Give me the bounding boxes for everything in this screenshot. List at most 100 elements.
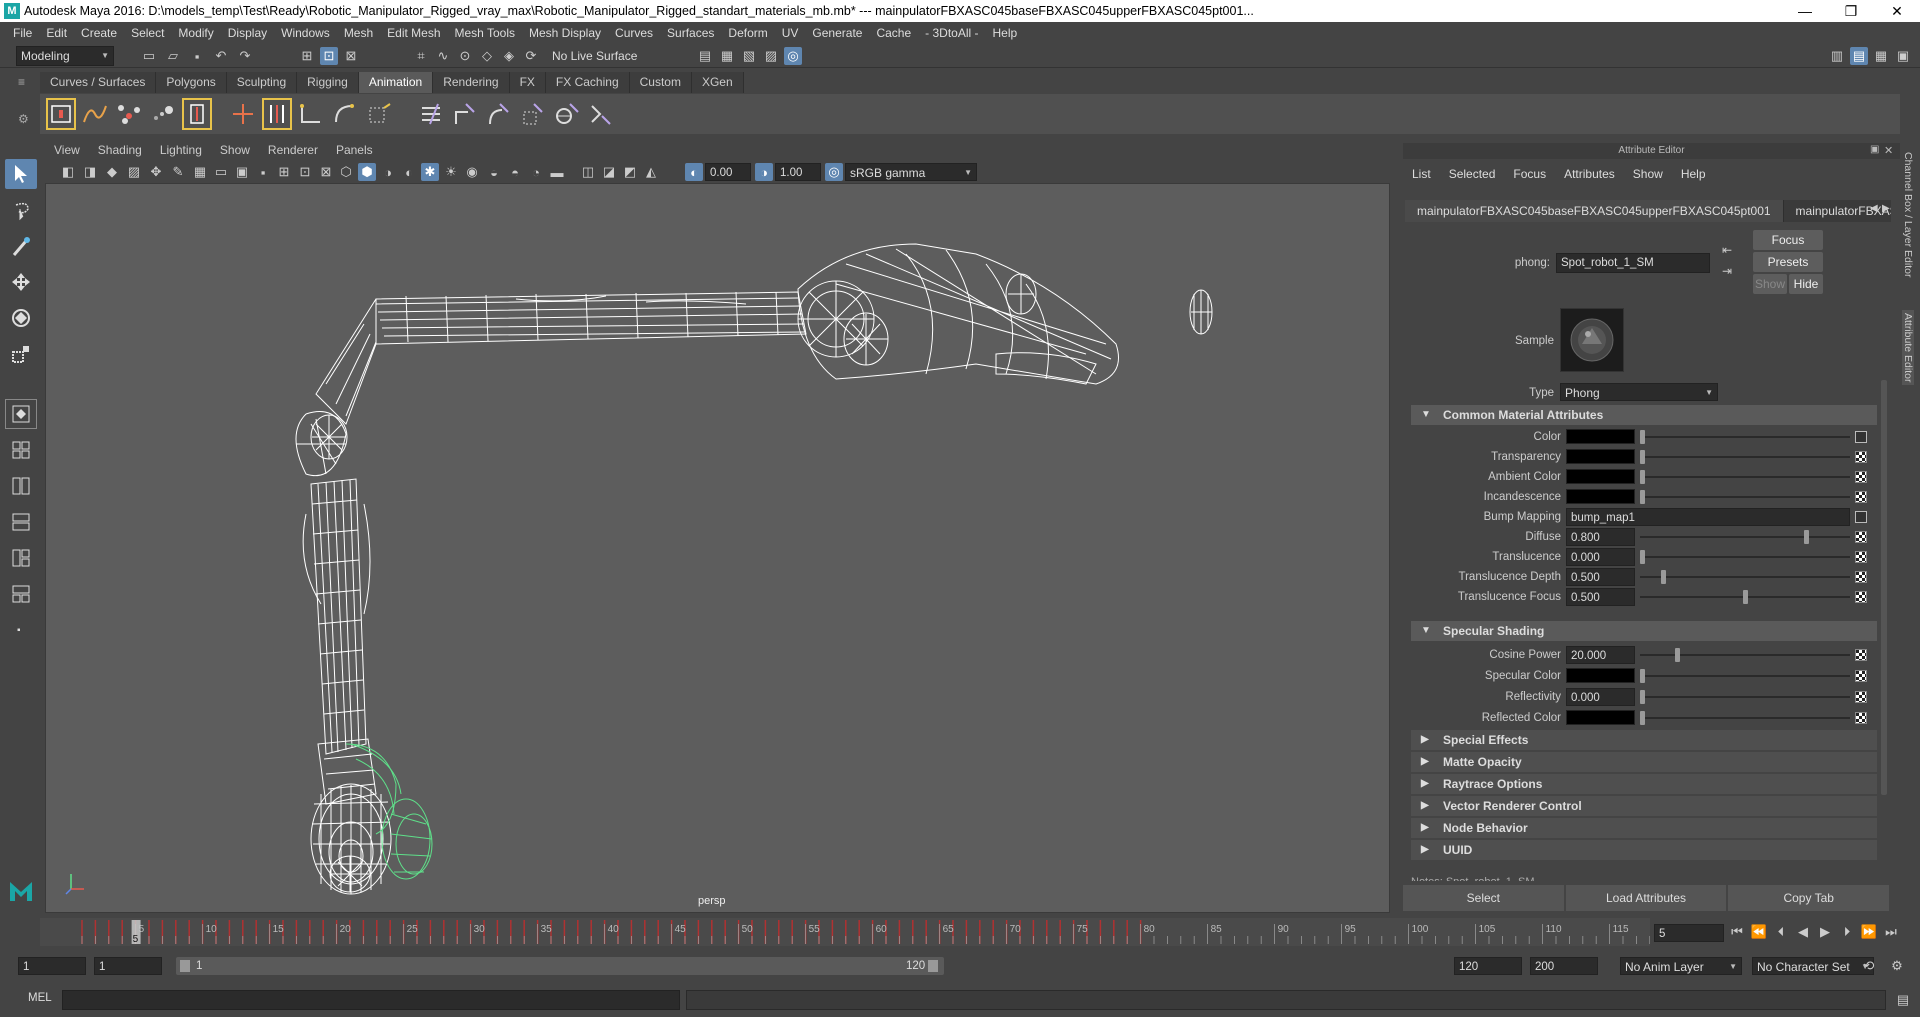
toggle-tool-settings-icon[interactable]: ▦ [1872,47,1890,65]
snap-view-plane-icon[interactable]: ◇ [478,47,496,65]
map-button-icon[interactable] [1855,451,1867,463]
select-hierarchy-icon[interactable]: ⊞ [298,47,316,65]
save-scene-icon[interactable]: ▪ [188,47,206,65]
menu-uv[interactable]: UV [775,26,806,40]
map-connection-icon[interactable] [1855,511,1867,523]
snap-live-icon[interactable]: ◈ [500,47,518,65]
menu-display[interactable]: Display [221,26,274,40]
viewport-menu-shading[interactable]: Shading [89,143,151,161]
snap-grid-icon[interactable]: ⌗ [412,47,430,65]
step-back-key-icon[interactable]: ⏴ [1772,923,1790,941]
menu-windows[interactable]: Windows [274,26,337,40]
backface-culling-icon[interactable]: ◭ [642,163,660,181]
render-settings-icon[interactable]: ▤ [696,47,714,65]
range-start-handle[interactable] [180,960,190,972]
attr-slider[interactable] [1640,570,1850,584]
color-swatch[interactable] [1566,668,1635,683]
hypershade-layout-icon[interactable] [5,579,37,609]
slider-handle[interactable] [1640,490,1645,504]
ipr-render-icon[interactable]: ▨ [762,47,780,65]
tab-scroll-left-icon[interactable]: ◀ [1870,203,1878,214]
menu-edit-mesh[interactable]: Edit Mesh [380,26,447,40]
color-management-icon[interactable]: ◎ [825,163,843,181]
maya-home-icon[interactable] [5,875,37,905]
slider-handle[interactable] [1640,550,1645,564]
playback-start-field[interactable]: 1 [94,957,162,975]
viewport-menu-view[interactable]: View [45,143,89,161]
rotate-tool-icon[interactable] [5,303,37,333]
anim-layer-dropdown[interactable]: No Anim Layer [1620,957,1742,976]
shelf-tab-custom[interactable]: Custom [629,72,692,93]
slider-handle[interactable] [1640,450,1645,464]
animation-preferences-icon[interactable]: ⚙ [1888,957,1906,975]
shelf-tab-xgen[interactable]: XGen [691,72,744,93]
play-forwards-icon[interactable]: ▶ [1816,923,1834,941]
smooth-bind-icon[interactable] [330,98,360,130]
color-swatch[interactable] [1566,469,1635,484]
menu-surfaces[interactable]: Surfaces [660,26,721,40]
graph-editor-icon[interactable] [80,98,110,130]
attr-slider[interactable] [1640,669,1850,683]
shelf-tab-rigging[interactable]: Rigging [297,72,359,93]
toggle-modeling-toolkit-icon[interactable]: ▥ [1828,47,1846,65]
command-input[interactable] [62,990,680,1010]
lattice-icon[interactable] [364,98,394,130]
map-button-icon[interactable] [1855,531,1867,543]
time-slider[interactable]: 5 10 15 20 25 30 35 40 45 50 55 60 65 70 75 80 85 90 95 100… [40,918,1650,946]
textured-icon[interactable]: ◐ [400,163,418,181]
attribute-editor-scrollbar[interactable] [1881,380,1887,795]
menu-mesh[interactable]: Mesh [337,26,380,40]
ae-menu-help[interactable]: Help [1672,162,1715,186]
select-button[interactable]: Select [1403,885,1564,911]
menu-curves[interactable]: Curves [608,26,660,40]
motion-trail-icon[interactable] [148,98,178,130]
ae-menu-attributes[interactable]: Attributes [1555,162,1624,186]
animation-end-field[interactable]: 200 [1530,957,1598,975]
map-button-icon[interactable] [1855,712,1867,724]
shadows-icon[interactable]: ☀ [442,163,460,181]
select-component-icon[interactable]: ⊠ [342,47,360,65]
step-forward-frame-icon[interactable]: ⏩ [1860,923,1878,941]
attr-slider[interactable] [1640,690,1850,704]
attr-slider[interactable] [1640,470,1850,484]
menu-file[interactable]: File [6,26,39,40]
grid-icon[interactable]: ▦ [191,163,209,181]
xray-joints-icon[interactable]: ◪ [600,163,618,181]
ae-menu-list[interactable]: List [1403,162,1440,186]
select-tool-icon[interactable] [5,159,37,189]
ik-spline-icon[interactable] [296,98,326,130]
auto-key-icon[interactable]: ⟲ [1860,957,1878,975]
select-camera-icon[interactable]: ◧ [59,163,77,181]
shelf-tab-fx-caching[interactable]: FX Caching [545,72,630,93]
exposure-field[interactable]: 0.00 [705,163,751,181]
safe-action-icon[interactable]: ⊡ [296,163,314,181]
node-tab[interactable]: mainpulatorFBXASC045baseFBXASC045upperFB… [1405,200,1784,222]
undo-icon[interactable]: ↶ [212,47,230,65]
bookmark-icon[interactable]: ◆ [103,163,121,181]
step-back-frame-icon[interactable]: ⏪ [1750,923,1768,941]
dope-sheet-icon[interactable] [114,98,144,130]
channel-box-side-tab[interactable]: Channel Box / Layer Editor [1902,152,1914,278]
shelf-tab-animation[interactable]: Animation [358,72,434,93]
menu-mesh-display[interactable]: Mesh Display [522,26,608,40]
viewport-menu-lighting[interactable]: Lighting [151,143,211,161]
copy-tab-button[interactable]: Copy Tab [1728,885,1890,911]
ambient-occlusion-icon[interactable]: ◉ [463,163,481,181]
menu-generate[interactable]: Generate [805,26,869,40]
map-button-icon[interactable] [1855,591,1867,603]
isolate-select-icon[interactable]: ▬ [548,163,566,181]
slider-handle[interactable] [1640,711,1645,725]
bump-map-field[interactable]: bump_map1 [1566,508,1850,526]
menu-create[interactable]: Create [74,26,124,40]
live-surface-label[interactable]: No Live Surface [552,47,637,65]
robot-arm-wireframe[interactable] [46,184,1390,913]
map-button-icon[interactable] [1855,551,1867,563]
scale-tool-icon[interactable] [5,339,37,369]
shelf-tab-rendering[interactable]: Rendering [433,72,510,93]
hide-button[interactable]: Hide [1789,274,1823,294]
wireframe-on-shaded-icon[interactable]: ◑ [379,163,397,181]
redo-icon[interactable]: ↷ [236,47,254,65]
attr-slider[interactable] [1640,490,1850,504]
motion-blur-icon[interactable]: ◒ [485,163,503,181]
animation-start-field[interactable]: 1 [18,957,86,975]
